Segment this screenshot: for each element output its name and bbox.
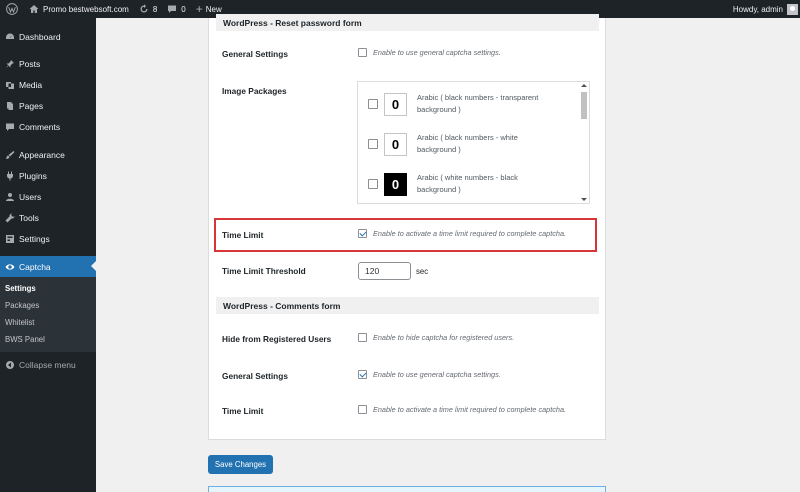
package-label: Arabic ( black numbers - transparent bac… bbox=[417, 93, 539, 114]
image-packages-list[interactable]: 0 Arabic ( black numbers - transparent b… bbox=[357, 81, 590, 204]
menu-settings[interactable]: Settings bbox=[0, 228, 96, 249]
admin-sidebar: Dashboard Posts Media Pages Comments App… bbox=[0, 18, 96, 492]
package-label: Arabic ( white numbers - black backgroun… bbox=[417, 173, 518, 194]
package-checkbox[interactable] bbox=[368, 139, 378, 149]
new-label: New bbox=[205, 4, 222, 14]
comments-general-settings-field: Enable to use general captcha settings. bbox=[358, 370, 501, 379]
pin-icon bbox=[0, 59, 19, 69]
plus-icon: + bbox=[195, 2, 203, 16]
updates-count: 8 bbox=[152, 4, 158, 14]
general-settings-label: General Settings bbox=[222, 49, 288, 59]
time-limit-threshold-field: 120 sec bbox=[358, 262, 428, 280]
package-preview: 0 bbox=[384, 132, 407, 156]
menu-media[interactable]: Media bbox=[0, 74, 96, 95]
scroll-down-icon[interactable] bbox=[581, 198, 587, 201]
hide-registered-field: Enable to hide captcha for registered us… bbox=[358, 333, 514, 342]
updates-icon bbox=[139, 4, 149, 14]
comments-link[interactable]: 0 bbox=[162, 0, 190, 18]
package-checkbox[interactable] bbox=[368, 179, 378, 189]
wordpress-logo-icon[interactable] bbox=[0, 0, 24, 18]
general-settings-checkbox[interactable] bbox=[358, 48, 367, 57]
menu-tools[interactable]: Tools bbox=[0, 207, 96, 228]
package-checkbox[interactable] bbox=[368, 99, 378, 109]
home-icon bbox=[29, 4, 39, 14]
notice-box bbox=[208, 486, 606, 492]
comments-time-limit-checkbox[interactable] bbox=[358, 405, 367, 414]
media-icon bbox=[0, 80, 19, 90]
submenu-whitelist[interactable]: Whitelist bbox=[0, 314, 96, 331]
comments-count: 0 bbox=[181, 4, 186, 14]
menu-posts[interactable]: Posts bbox=[0, 53, 96, 74]
menu-plugins[interactable]: Plugins bbox=[0, 165, 96, 186]
package-preview: 0 bbox=[384, 172, 407, 196]
avatar bbox=[787, 3, 798, 15]
menu-dashboard[interactable]: Dashboard bbox=[0, 26, 96, 47]
greeting: Howdy, admin bbox=[732, 4, 783, 14]
package-preview: 0 bbox=[384, 92, 407, 116]
pages-icon bbox=[0, 101, 19, 111]
site-name: Promo bestwebsoft.com bbox=[43, 4, 129, 14]
submenu-packages[interactable]: Packages bbox=[0, 297, 96, 314]
package-label: Arabic ( black numbers - white backgroun… bbox=[417, 133, 518, 154]
reset-form-heading: WordPress - Reset password form bbox=[216, 14, 599, 31]
eye-icon bbox=[0, 262, 19, 272]
menu-pages[interactable]: Pages bbox=[0, 95, 96, 116]
wrench-icon bbox=[0, 212, 19, 223]
updates-link[interactable]: 8 bbox=[134, 0, 162, 18]
time-limit-threshold-label: Time Limit Threshold bbox=[222, 266, 306, 276]
menu-captcha[interactable]: Captcha bbox=[0, 256, 96, 277]
collapse-arrow-icon bbox=[0, 360, 19, 370]
menu-comments[interactable]: Comments bbox=[0, 116, 96, 137]
threshold-unit: sec bbox=[416, 266, 429, 276]
time-limit-highlight bbox=[214, 218, 597, 252]
package-item: 0 Arabic ( white numbers - black backgro… bbox=[358, 164, 580, 203]
comments-form-heading: WordPress - Comments form bbox=[216, 297, 599, 314]
image-packages-label: Image Packages bbox=[222, 86, 287, 96]
dashboard-icon bbox=[0, 32, 19, 42]
comment-icon bbox=[0, 122, 19, 132]
save-changes-button[interactable]: Save Changes bbox=[208, 455, 273, 474]
my-account-link[interactable]: Howdy, admin bbox=[728, 0, 800, 18]
scroll-up-icon[interactable] bbox=[581, 84, 587, 87]
brush-icon bbox=[0, 150, 19, 160]
comments-general-settings-label: General Settings bbox=[222, 371, 288, 381]
package-item: 0 Arabic ( black numbers - white backgro… bbox=[358, 124, 580, 164]
settings-icon bbox=[0, 234, 19, 244]
plugin-icon bbox=[0, 171, 19, 181]
comments-time-limit-field: Enable to activate a time limit required… bbox=[358, 405, 566, 414]
menu-appearance[interactable]: Appearance bbox=[0, 144, 96, 165]
time-limit-threshold-input[interactable]: 120 bbox=[358, 262, 411, 280]
package-item: 0 Arabic ( black numbers - transparent b… bbox=[358, 84, 580, 124]
general-settings-field: Enable to use general captcha settings. bbox=[358, 48, 501, 57]
submenu-bws-panel[interactable]: BWS Panel bbox=[0, 331, 96, 348]
packages-scrollbar[interactable] bbox=[579, 82, 589, 203]
submenu-settings[interactable]: Settings bbox=[0, 280, 96, 297]
captcha-submenu: Settings Packages Whitelist BWS Panel bbox=[0, 277, 96, 352]
hide-registered-checkbox[interactable] bbox=[358, 333, 367, 342]
users-icon bbox=[0, 192, 19, 202]
comments-time-limit-label: Time Limit bbox=[222, 406, 264, 416]
scroll-thumb[interactable] bbox=[581, 92, 587, 119]
collapse-menu-button[interactable]: Collapse menu bbox=[0, 354, 96, 375]
comment-bubble-icon bbox=[167, 4, 177, 14]
menu-users[interactable]: Users bbox=[0, 186, 96, 207]
hide-registered-label: Hide from Registered Users bbox=[222, 334, 332, 344]
comments-general-settings-checkbox[interactable] bbox=[358, 370, 367, 379]
site-name-link[interactable]: Promo bestwebsoft.com bbox=[24, 0, 134, 18]
